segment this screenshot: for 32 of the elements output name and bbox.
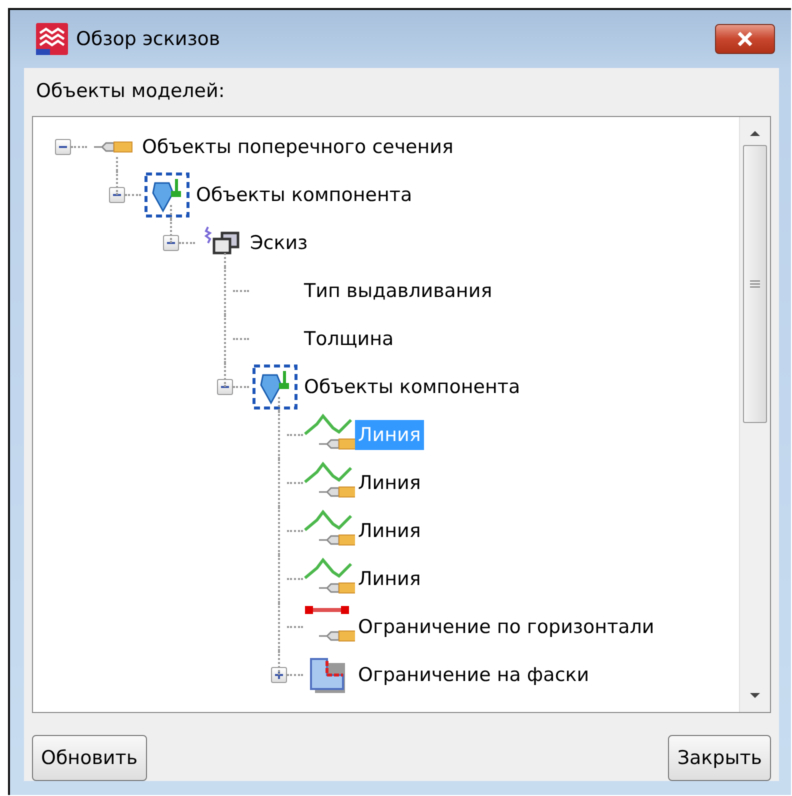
grip-icon bbox=[750, 280, 760, 288]
plus-icon bbox=[274, 670, 284, 680]
collapse-toggle[interactable] bbox=[109, 187, 125, 203]
scroll-down-icon[interactable] bbox=[749, 692, 761, 700]
tree-item[interactable]: Объекты компонента bbox=[193, 180, 416, 210]
tree-item[interactable]: Толщина bbox=[301, 324, 397, 354]
section-label: Объекты моделей: bbox=[35, 79, 226, 104]
tree-item[interactable]: Ограничение по горизонтали bbox=[355, 612, 658, 642]
app-logo-icon bbox=[36, 23, 68, 55]
scroll-up-icon[interactable] bbox=[749, 129, 761, 137]
tree-item[interactable]: Эскиз bbox=[247, 228, 311, 258]
scrollbar-thumb[interactable] bbox=[743, 145, 767, 423]
tree-item[interactable]: Линия bbox=[355, 564, 424, 594]
collapse-toggle[interactable] bbox=[55, 139, 71, 155]
close-button[interactable] bbox=[715, 24, 775, 54]
window-title: Обзор эскизов bbox=[76, 28, 222, 50]
tree-item[interactable]: Объекты компонента bbox=[301, 372, 524, 402]
dialog-button[interactable]: Закрыть bbox=[668, 735, 771, 781]
collapse-toggle[interactable] bbox=[163, 235, 179, 251]
dialog-button[interactable]: Обновить bbox=[32, 735, 147, 781]
tree-item[interactable]: Ограничение на фаски bbox=[355, 660, 592, 690]
tag-icon bbox=[92, 139, 134, 155]
tree-item[interactable]: Линия bbox=[355, 468, 424, 498]
tree-item[interactable]: Тип выдавливания bbox=[301, 276, 496, 306]
collapse-toggle[interactable] bbox=[217, 379, 233, 395]
tree-item[interactable]: Линия bbox=[355, 516, 424, 546]
scrollbar[interactable] bbox=[739, 117, 770, 712]
component-icon bbox=[251, 363, 299, 411]
expand-toggle[interactable] bbox=[271, 667, 287, 683]
close-icon bbox=[737, 32, 753, 46]
component-icon bbox=[143, 171, 191, 219]
tree-item[interactable]: Объекты поперечного сечения bbox=[139, 132, 456, 162]
